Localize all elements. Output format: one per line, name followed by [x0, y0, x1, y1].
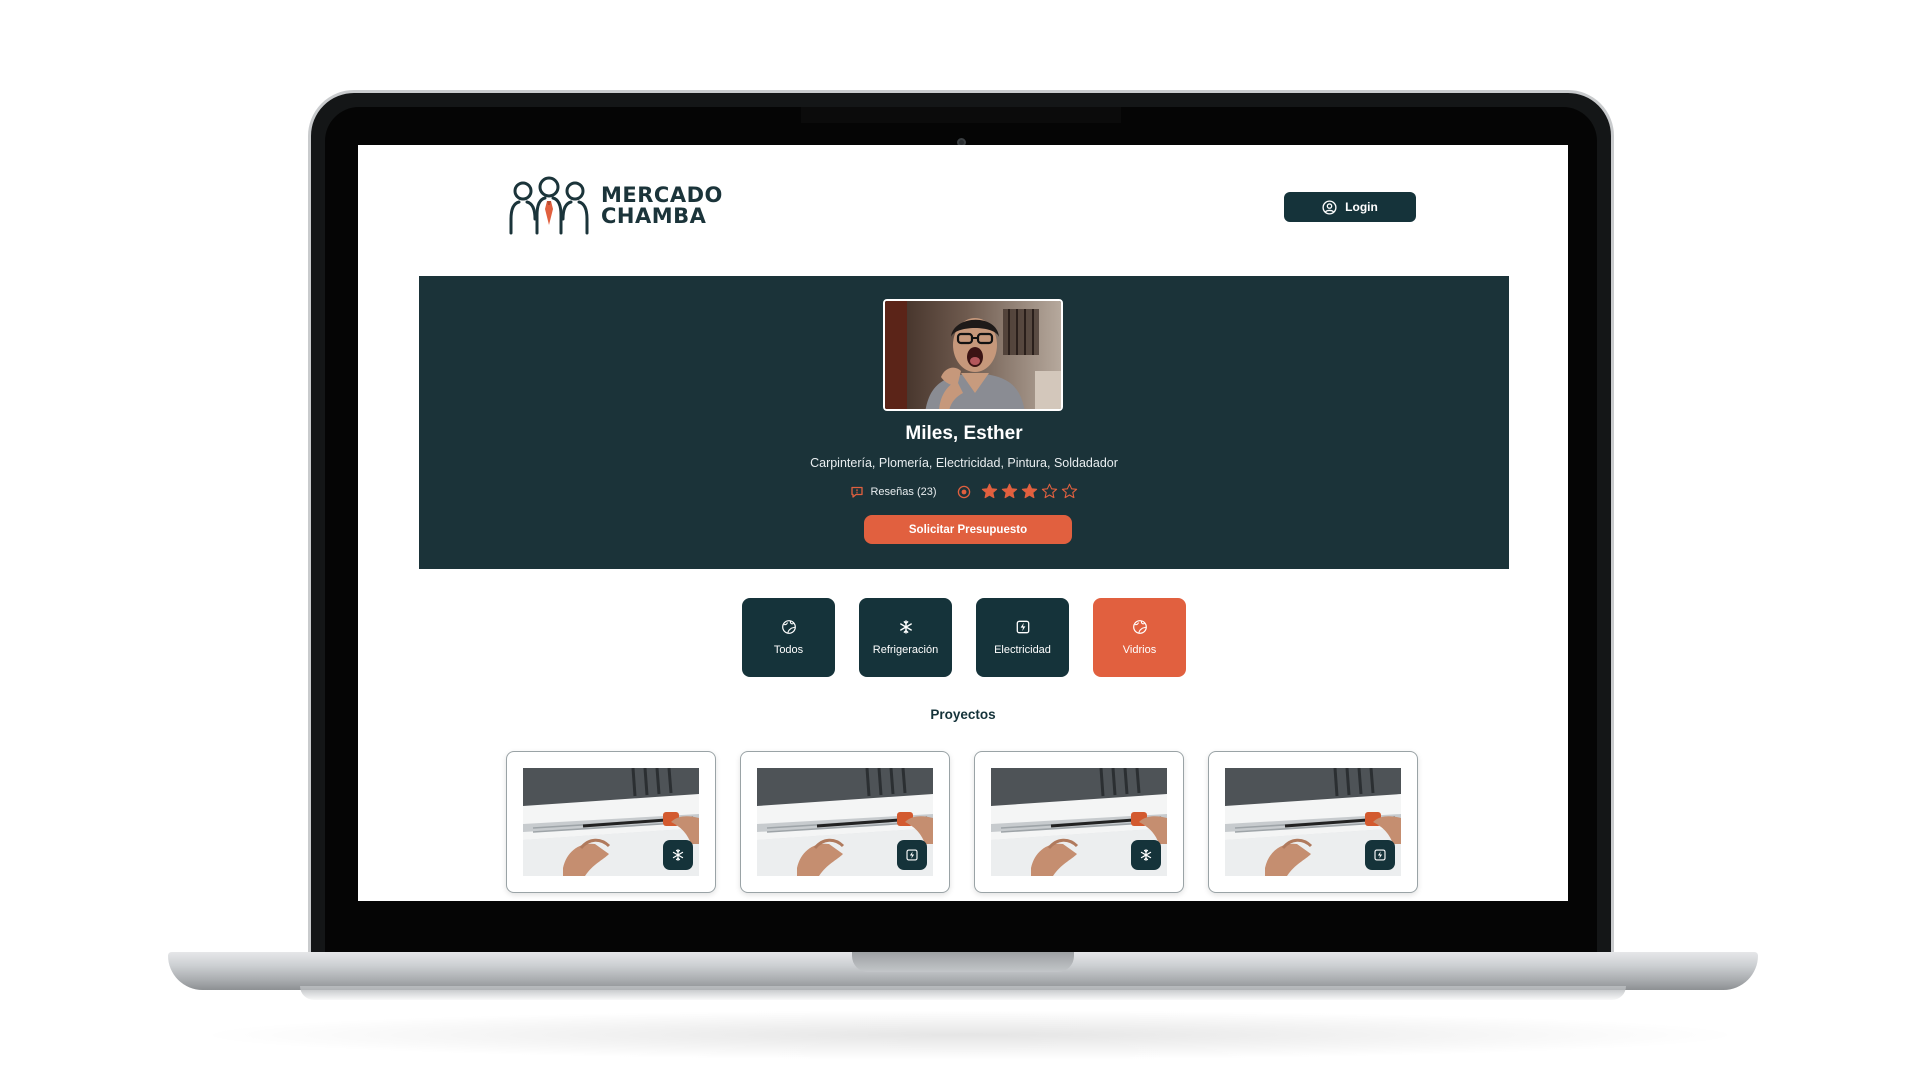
brand-line-1: MERCADO	[601, 183, 723, 207]
snowflake-icon	[1140, 849, 1152, 861]
project-card[interactable]	[506, 751, 716, 893]
star-rating	[981, 483, 1078, 500]
globe-icon	[1132, 620, 1147, 634]
star-filled-icon	[981, 483, 997, 499]
projects-grid	[506, 751, 1418, 893]
project-card[interactable]	[1208, 751, 1418, 893]
comment-icon	[851, 486, 864, 498]
login-label: Login	[1345, 200, 1378, 214]
reviews-link[interactable]: Reseñas (23)	[870, 486, 936, 498]
category-filters: Todos Refrigeración Electricidad Vidrios	[742, 598, 1186, 677]
project-image	[1225, 768, 1401, 876]
star-empty-icon	[1061, 483, 1077, 499]
filter-label: Refrigeración	[872, 644, 939, 656]
filter-label: Todos	[773, 644, 804, 656]
profile-photo-image	[885, 301, 1061, 409]
site-header: MERCADO CHAMBA Login	[358, 145, 1568, 275]
laptop-base-notch	[852, 952, 1074, 972]
award-icon	[957, 485, 970, 498]
people-logo-icon	[509, 176, 589, 235]
filter-electricidad[interactable]: Electricidad	[976, 598, 1069, 677]
profile-photo	[883, 299, 1063, 411]
project-category-badge	[897, 840, 927, 870]
star-filled-icon	[1001, 483, 1017, 499]
laptop-base-lip	[300, 986, 1626, 1000]
globe-icon	[781, 620, 796, 634]
project-card[interactable]	[974, 751, 1184, 893]
brand-logo[interactable]: MERCADO CHAMBA	[505, 175, 723, 237]
filter-todos[interactable]: Todos	[742, 598, 835, 677]
laptop-screen: MERCADO CHAMBA Login Miles, Esther Carpi…	[358, 145, 1568, 901]
project-category-badge	[663, 840, 693, 870]
profile-skills: Carpintería, Plomería, Electricidad, Pin…	[810, 456, 1118, 470]
brand-line-2: CHAMBA	[601, 204, 707, 228]
snowflake-icon	[672, 849, 684, 861]
request-quote-button[interactable]: Solicitar Presupuesto	[864, 515, 1072, 544]
star-empty-icon	[1041, 483, 1057, 499]
projects-title: Proyectos	[930, 707, 996, 722]
login-button[interactable]: Login	[1284, 192, 1416, 222]
project-category-badge	[1365, 840, 1395, 870]
project-card[interactable]	[740, 751, 950, 893]
user-circle-icon	[1322, 199, 1337, 215]
profile-name: Miles, Esther	[905, 423, 1023, 444]
bolt-icon	[1016, 620, 1029, 634]
laptop-shadow	[190, 1010, 1750, 1060]
filter-vidrios[interactable]: Vidrios	[1093, 598, 1186, 677]
snowflake-icon	[899, 620, 912, 634]
laptop-notch	[801, 107, 1121, 123]
brand-wordmark: MERCADO CHAMBA	[601, 185, 723, 227]
bolt-icon	[1374, 849, 1386, 861]
rating-row: Reseñas (23)	[419, 483, 1509, 500]
star-filled-icon	[1021, 483, 1037, 499]
filter-label: Electricidad	[994, 644, 1051, 656]
project-image	[757, 768, 933, 876]
filter-label: Vidrios	[1122, 644, 1157, 656]
project-category-badge	[1131, 840, 1161, 870]
filter-refrigeracion[interactable]: Refrigeración	[859, 598, 952, 677]
project-image	[523, 768, 699, 876]
bolt-icon	[906, 849, 918, 861]
profile-hero: Miles, Esther Carpintería, Plomería, Ele…	[419, 276, 1509, 569]
project-image	[991, 768, 1167, 876]
